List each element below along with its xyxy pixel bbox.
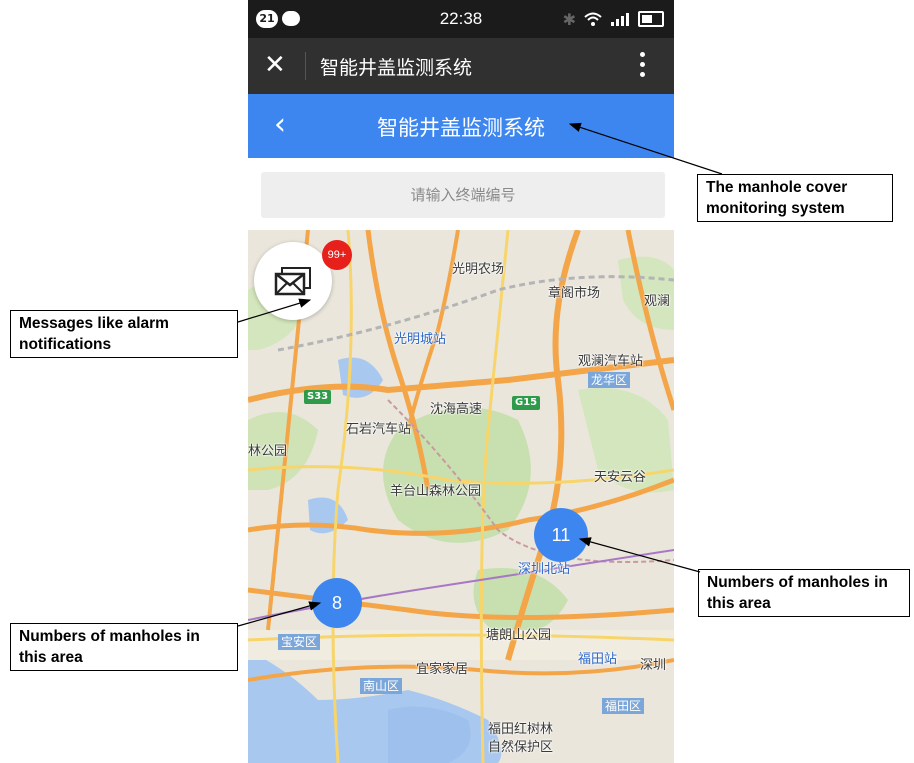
map-label-guanlan: 观澜 [644, 294, 671, 309]
map-label-tanglangshan-park: 塘朗山公园 [486, 628, 552, 643]
map-label-zhangge-market: 章阁市场 [548, 286, 601, 301]
annotation-cluster-right: Numbers of manholes in this area [698, 569, 910, 617]
map-label-futian-station: 福田站 [578, 652, 618, 667]
close-icon[interactable]: ✕ [264, 50, 286, 80]
annotation-cluster-left: Numbers of manholes in this area [10, 623, 238, 671]
map-label-shenzhen: 深圳 [640, 658, 667, 673]
more-vertical-icon[interactable] [640, 52, 646, 80]
map-district-nanshan: 南山区 [360, 678, 403, 694]
map-label-shiyan-bus-station: 石岩汽车站 [346, 422, 412, 437]
map-label-forest-park-left: 林公园 [248, 444, 288, 459]
map-district-baoan: 宝安区 [278, 634, 321, 650]
page-title: 智能井盖监测系统 [377, 116, 545, 140]
map-label-guangming-station: 光明城站 [394, 332, 447, 347]
search-area [248, 158, 674, 230]
map-shield-g15: G15 [512, 396, 541, 410]
phone-screen: 21 22:38 ✱ ✕ 智能井盖监测系统 ‹ 智能井盖监测系统 请输入终端编号… [248, 0, 674, 763]
map-district-futian: 福田区 [602, 698, 645, 714]
messages-button[interactable] [254, 242, 332, 320]
manhole-cluster-marker[interactable]: 8 [312, 578, 362, 628]
map-label-futian-mangrove: 福田红树林 [488, 722, 554, 737]
map-label-guangming-farm: 光明农场 [452, 262, 505, 277]
map-label-tianan-cloud-park: 天安云谷 [594, 470, 647, 485]
map-label-guanlan-bus-station: 观澜汽车站 [578, 354, 644, 369]
map-label-shenhai-expressway: 沈海高速 [430, 402, 483, 417]
app-header: ‹ 智能井盖监测系统 [248, 94, 674, 158]
battery-icon [638, 11, 664, 27]
map-district-longhua: 龙华区 [588, 372, 631, 388]
annotation-system: The manhole cover monitoring system [697, 174, 893, 222]
terminal-search-input[interactable] [261, 172, 665, 218]
mail-icon [274, 267, 311, 296]
messages-badge: 99+ [322, 240, 352, 270]
bluetooth-icon: ✱ [562, 9, 576, 29]
map-label-ikea: 宜家家居 [416, 662, 469, 677]
wifi-icon [584, 12, 602, 26]
title-bar: ✕ 智能井盖监测系统 [248, 38, 674, 94]
map-view[interactable]: 光明农场 章阁市场 观澜 光明城站 观澜汽车站 龙华区 S33 沈海高速 G15… [248, 230, 674, 763]
signal-icon [611, 13, 629, 26]
map-label-yangtaishan-forest-park: 羊台山森林公园 [390, 484, 482, 499]
status-icons: ✱ [562, 9, 664, 29]
map-shield-s33: S33 [304, 390, 332, 404]
window-title: 智能井盖监测系统 [320, 57, 473, 79]
title-separator [305, 52, 306, 80]
annotation-messages: Messages like alarm notifications [10, 310, 238, 358]
manhole-cluster-marker[interactable]: 11 [534, 508, 588, 562]
map-label-nature-reserve: 自然保护区 [488, 740, 554, 755]
status-bar: 21 22:38 ✱ [248, 0, 674, 38]
